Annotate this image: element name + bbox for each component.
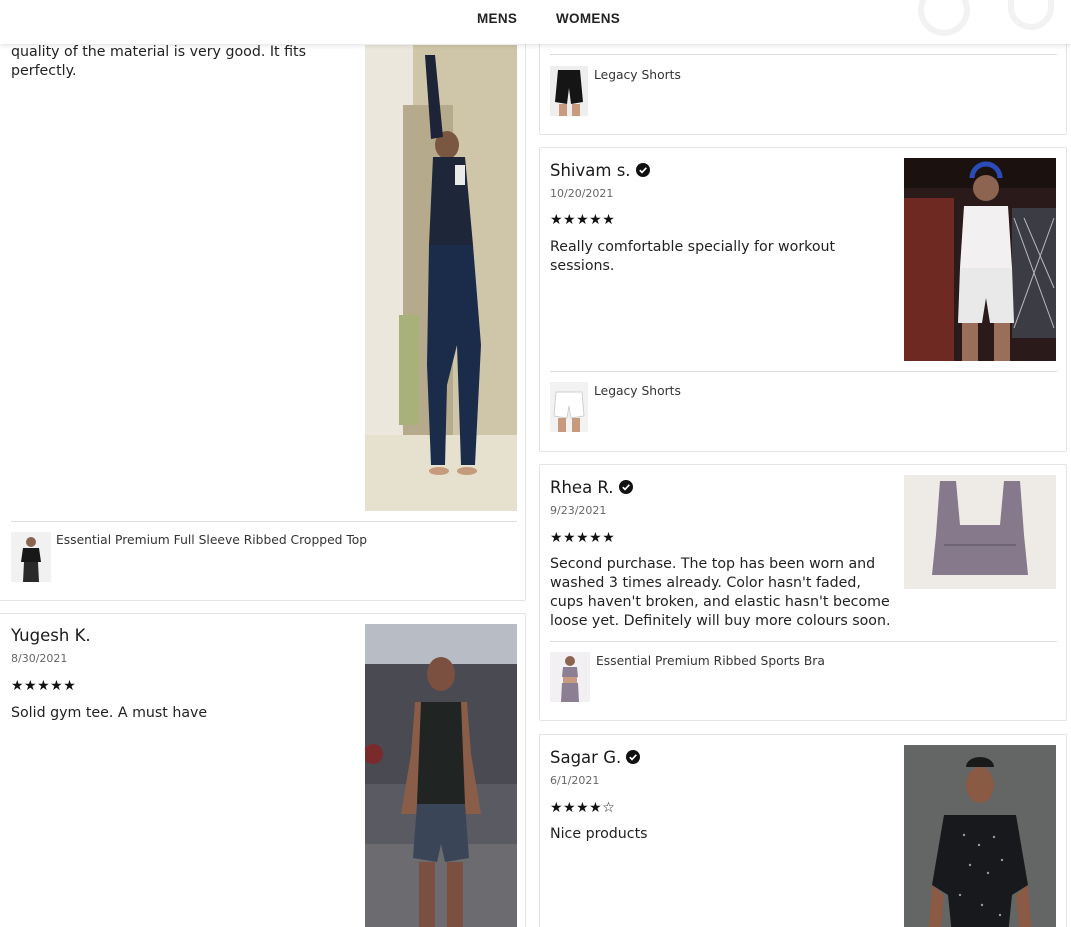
- reviewer-name-text: Shivam s.: [550, 161, 631, 180]
- review-divider: [11, 521, 517, 522]
- nav-link-womens[interactable]: WOMENS: [556, 11, 620, 26]
- review-card: Sagar G. 6/1/2021 ★★★★☆ Nice products: [539, 734, 1067, 927]
- review-photo[interactable]: [365, 45, 517, 511]
- review-text: quality of the material is very good. It…: [11, 44, 306, 79]
- review-photo[interactable]: [904, 745, 1056, 927]
- reviewer-name-text: Rhea R.: [550, 478, 614, 497]
- verified-check-icon: [635, 163, 650, 177]
- review-date: 10/20/2021: [550, 187, 614, 200]
- review-date: 8/30/2021: [11, 652, 68, 665]
- star-rating: ★★★★★: [11, 678, 77, 694]
- nav-link-mens[interactable]: MENS: [477, 11, 517, 26]
- product-thumbnail[interactable]: [550, 652, 590, 702]
- review-card: quality of the material is very good. It…: [0, 0, 526, 601]
- reviewer-name: Yugesh K.: [11, 626, 91, 645]
- review-text: Second purchase. The top has been worn a…: [550, 556, 891, 629]
- review-card: Rhea R. 9/23/2021 ★★★★★ Second purchase.…: [539, 464, 1067, 721]
- header-cart-icon[interactable]: [918, 0, 970, 36]
- product-name[interactable]: Legacy Shorts: [594, 384, 681, 398]
- reviewer-name: Shivam s.: [550, 161, 650, 180]
- reviewer-name-text: Sagar G.: [550, 748, 622, 767]
- header-user-icon[interactable]: [1008, 0, 1054, 30]
- product-name[interactable]: Legacy Shorts: [594, 68, 681, 82]
- review-card: Shivam s. 10/20/2021 ★★★★★ Really comfor…: [539, 147, 1067, 452]
- star-rating: ★★★★★: [550, 212, 616, 228]
- review-text: Solid gym tee. A must have: [11, 705, 208, 721]
- top-navigation-bar: MENS WOMENS: [0, 0, 1071, 44]
- reviewer-name: Sagar G.: [550, 748, 641, 767]
- review-divider: [550, 54, 1057, 55]
- review-divider: [550, 641, 1057, 642]
- review-text: Nice products: [550, 826, 648, 842]
- review-photo[interactable]: [904, 158, 1056, 361]
- verified-check-icon: [618, 480, 633, 494]
- product-thumbnail[interactable]: [550, 382, 588, 432]
- review-text: Really comfortable specially for workout…: [550, 239, 836, 274]
- review-card: Yugesh K. 8/30/2021 ★★★★★ Solid gym tee.…: [0, 613, 526, 927]
- review-date: 6/1/2021: [550, 774, 600, 787]
- review-photo[interactable]: [365, 624, 517, 927]
- star-rating: ★★★★☆: [550, 800, 616, 816]
- verified-check-icon: [626, 750, 641, 764]
- review-date: 9/23/2021: [550, 504, 607, 517]
- review-photo[interactable]: [904, 475, 1056, 589]
- star-rating: ★★★★★: [550, 530, 616, 546]
- product-thumbnail[interactable]: [550, 66, 588, 116]
- product-thumbnail[interactable]: [11, 532, 51, 582]
- review-divider: [550, 371, 1057, 372]
- product-name[interactable]: Essential Premium Full Sleeve Ribbed Cro…: [56, 533, 367, 547]
- reviewer-name: Rhea R.: [550, 478, 633, 497]
- product-name[interactable]: Essential Premium Ribbed Sports Bra: [596, 654, 825, 668]
